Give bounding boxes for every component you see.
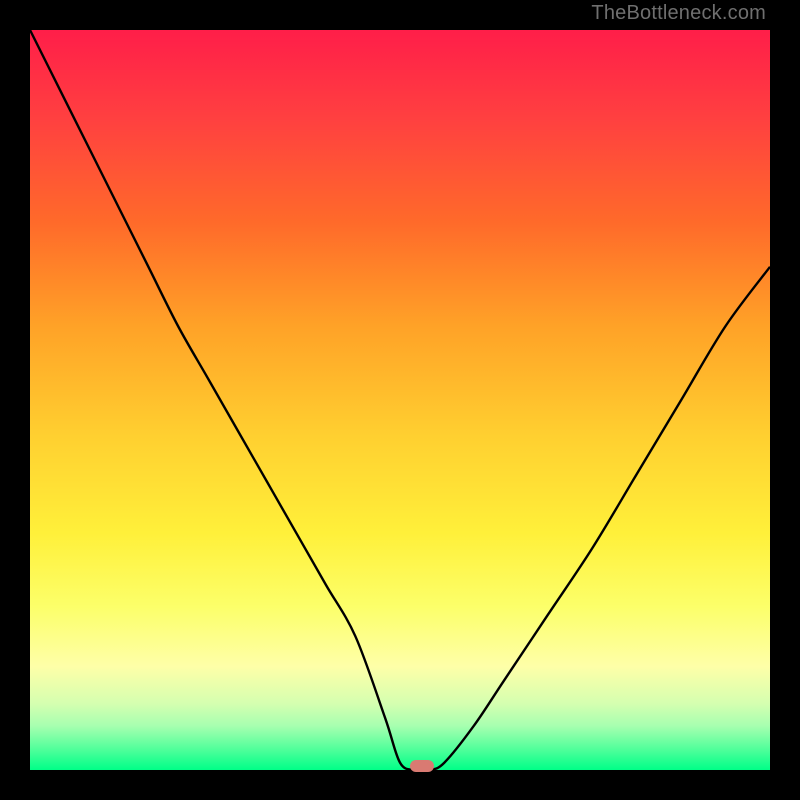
plot-area [30,30,770,770]
watermark-text: TheBottleneck.com [591,2,766,25]
chart-frame: TheBottleneck.com [0,0,800,800]
curve-svg [30,30,770,770]
bottleneck-curve [30,30,770,770]
optimum-marker [410,760,434,772]
